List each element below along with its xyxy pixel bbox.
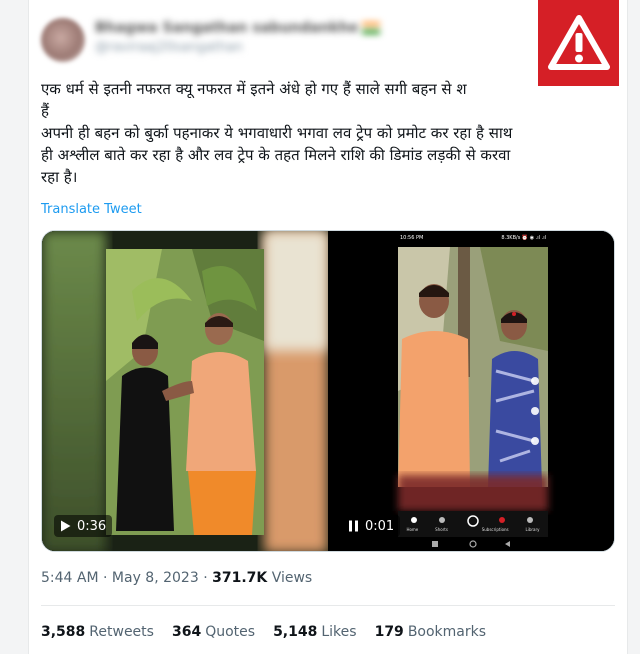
- warning-badge: [538, 0, 619, 86]
- media-grid: 0:36 10:56 PM 8.3KB/s ⏰ ◉ .ıl .ıl Home S…: [41, 230, 615, 552]
- display-name[interactable]: Bhagwa Sangathan sabundankhe: [95, 20, 381, 36]
- phone-nav-library: Library: [525, 527, 540, 532]
- tweet-line: अपनी ही बहन को बुर्का पहनाकर ये भगवाधारी…: [41, 124, 513, 142]
- tweet-date[interactable]: May 8, 2023: [112, 570, 199, 586]
- video-thumbnail-2: [330, 231, 614, 551]
- quotes-stat[interactable]: 364 Quotes: [172, 624, 255, 640]
- video-duration-badge-2: 0:01: [342, 515, 401, 537]
- india-flag-icon: [362, 22, 381, 34]
- bookmarks-stat[interactable]: 179 Bookmarks: [375, 624, 486, 640]
- divider: [41, 605, 615, 606]
- phone-nav-subscriptions: Subscriptions: [481, 527, 509, 532]
- retweets-stat[interactable]: 3,588 Retweets: [41, 624, 154, 640]
- video-duration-1: 0:36: [77, 518, 107, 534]
- avatar[interactable]: [41, 18, 85, 62]
- tweet-line: रहा है।: [41, 168, 78, 186]
- tweet-line: हैं: [41, 102, 49, 120]
- views-label: Views: [271, 570, 313, 586]
- user-handle[interactable]: @raviraaj20sangathan: [95, 40, 243, 55]
- tweet-line: ही अश्लील बाते कर रहा है और लव ट्रेप के …: [41, 146, 511, 164]
- video-duration-badge-1: 0:36: [54, 515, 113, 537]
- tweet-meta: 5:44 AM · May 8, 2023 · 371.7K Views: [41, 570, 312, 586]
- tweet-stats: 3,588 Retweets 364 Quotes 5,148 Likes 179 Bo…: [41, 624, 486, 640]
- meta-separator: ·: [203, 570, 208, 586]
- phone-status-bar: 10:56 PM 8.3KB/s ⏰ ◉ .ıl .ıl: [400, 235, 546, 245]
- tweet-line: एक धर्म से इतनी नफरत क्यू नफरत में इतने …: [41, 80, 467, 98]
- views-count: 371.7K: [212, 570, 268, 586]
- tweet-time[interactable]: 5:44 AM: [41, 570, 99, 586]
- translate-tweet-link[interactable]: Translate Tweet: [41, 202, 142, 217]
- video-thumbnail-1: [42, 231, 328, 551]
- phone-nav-shorts: Shorts: [435, 527, 448, 532]
- phone-status-info: 8.3KB/s ⏰ ◉ .ıl .ıl: [501, 235, 546, 241]
- phone-bottom-nav: Home Shorts Subscriptions Library: [398, 527, 548, 532]
- video-player-2[interactable]: 10:56 PM 8.3KB/s ⏰ ◉ .ıl .ıl Home Shorts…: [330, 231, 614, 551]
- play-icon[interactable]: [60, 520, 71, 532]
- phone-status-time: 10:56 PM: [400, 235, 424, 241]
- pause-icon[interactable]: [348, 520, 359, 532]
- tweet-card: Bhagwa Sangathan sabundankhe @raviraaj20…: [28, 0, 628, 654]
- phone-nav-home: Home: [406, 527, 419, 532]
- likes-stat[interactable]: 5,148 Likes: [273, 624, 357, 640]
- video-player-1[interactable]: 0:36: [42, 231, 328, 551]
- warning-triangle-icon: [547, 15, 610, 70]
- tweet-text: एक धर्म से इतनी नफरत क्यू नफरत में इतने …: [41, 78, 615, 188]
- video-duration-2: 0:01: [365, 518, 395, 534]
- meta-separator: ·: [103, 570, 108, 586]
